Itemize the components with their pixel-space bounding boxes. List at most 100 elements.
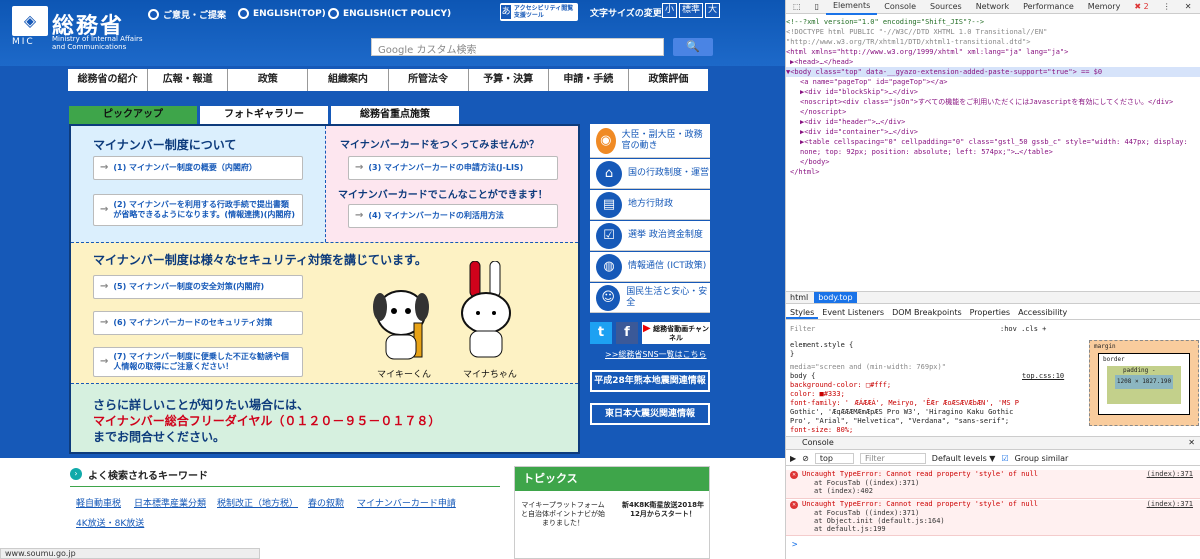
keyword-link[interactable]: マイナンバーカード申請 bbox=[357, 496, 456, 509]
nav-item[interactable]: 予算・決算 bbox=[469, 69, 549, 91]
keyword-link[interactable]: 軽自動車税 bbox=[76, 496, 121, 509]
clear-console-icon[interactable]: ⊘ bbox=[802, 454, 809, 463]
dom-line[interactable]: <!DOCTYPE html PUBLIC "-//W3C//DTD XHTML… bbox=[786, 27, 1200, 37]
stack-frame[interactable]: at FocusTab ((index):371) bbox=[790, 509, 1200, 517]
tab-event-listeners[interactable]: Event Listeners bbox=[818, 306, 888, 319]
dom-line[interactable]: <a name="pageTop" id="pageTop"></a> bbox=[786, 77, 1200, 87]
style-prop[interactable]: color: ■#333; bbox=[790, 390, 845, 399]
keyword-link[interactable]: 日本標準産業分類 bbox=[134, 496, 206, 509]
fontsize-standard-button[interactable]: 標準 bbox=[679, 3, 703, 18]
device-icon[interactable]: ▯ bbox=[808, 0, 826, 14]
link-button[interactable]: → (4) マイナンバーカードの利活用方法 bbox=[348, 204, 558, 228]
close-icon[interactable]: ✕ bbox=[1178, 0, 1199, 14]
dom-line[interactable]: <html xmlns="http://www.w3.org/1999/xhtm… bbox=[786, 47, 1200, 57]
tab-dom-breakpoints[interactable]: DOM Breakpoints bbox=[888, 306, 966, 319]
keyword-link[interactable]: 春の叙勲 bbox=[308, 496, 344, 509]
levels-dropdown[interactable]: Default levels ▼ bbox=[932, 454, 996, 463]
link-button[interactable]: → (7) マイナンバー制度に便乗した不正な勧誘や個人情報の取得にご注意ください！ bbox=[93, 347, 303, 377]
search-button[interactable]: 🔍 bbox=[673, 38, 713, 56]
close-icon[interactable]: ✕ bbox=[1188, 437, 1195, 449]
search-input[interactable]: Google カスタム検索 bbox=[371, 38, 664, 56]
styles-filter-input[interactable]: Filter bbox=[790, 325, 815, 334]
stack-frame[interactable]: at FocusTab ((index):371) bbox=[790, 479, 1200, 487]
dom-line[interactable]: <!--?xml version="1.0" encoding="Shift_J… bbox=[786, 17, 1200, 27]
style-prop[interactable]: font-family: 'ÆÁÆÆÁ', Meiryo, 'ÊÆr ÆoÆS… bbox=[790, 399, 1019, 408]
toplink-english-top[interactable]: ENGLISH(TOP) bbox=[238, 8, 326, 19]
nav-item[interactable]: 政策 bbox=[228, 69, 309, 91]
nav-item[interactable]: 申請・手続 bbox=[549, 69, 629, 91]
nav-item[interactable]: 広報・報道 bbox=[148, 69, 229, 91]
side-link[interactable]: ☑ 選挙 政治資金制度 bbox=[590, 221, 710, 251]
style-prop[interactable]: Pro', "Arial", "Helvetica", "Verdana", "… bbox=[790, 417, 1009, 426]
console-filter-input[interactable]: Filter bbox=[859, 452, 926, 464]
twitter-icon[interactable]: t bbox=[590, 322, 612, 344]
dom-line[interactable]: <noscript><div class="jsOn">すべての機能をご利用いた… bbox=[786, 97, 1200, 107]
side-link[interactable]: ▤ 地方行財政 bbox=[590, 190, 710, 220]
dom-line[interactable]: </body> bbox=[786, 157, 1200, 167]
nav-item[interactable]: 政策評価 bbox=[629, 69, 708, 91]
side-link[interactable]: ◍ 情報通信 (ICT政策) bbox=[590, 252, 710, 282]
nav-item[interactable]: 組織案内 bbox=[308, 69, 389, 91]
error-count-badge[interactable]: ✖ 2 bbox=[1127, 0, 1155, 14]
crumb-body[interactable]: body.top bbox=[814, 292, 857, 303]
error-location-link[interactable]: (index):371 bbox=[1147, 500, 1193, 508]
tab-network[interactable]: Network bbox=[969, 0, 1016, 14]
tab-styles[interactable]: Styles bbox=[786, 306, 819, 319]
tab-pickup[interactable]: ピックアップ bbox=[69, 106, 197, 124]
style-prop[interactable]: Gothic', 'ÆqÆÆÆMÆmÆpÆS Pro W3', 'Hiragin… bbox=[790, 408, 1013, 417]
hov-cls-buttons[interactable]: :hov .cls + bbox=[1000, 325, 1046, 334]
dom-line[interactable]: ▶<table cellspacing="0" cellpadding="0" … bbox=[786, 137, 1200, 147]
dom-line[interactable]: ▶<div id="header">…</div> bbox=[786, 117, 1200, 127]
style-prop[interactable]: background-color: □#fff; bbox=[790, 381, 891, 390]
checkbox-icon[interactable]: ☑ bbox=[1001, 454, 1008, 463]
nav-item[interactable]: 所管法令 bbox=[389, 69, 469, 91]
dom-line[interactable]: "http://www.w3.org/TR/xhtml1/DTD/xhtml1-… bbox=[786, 37, 1200, 47]
facebook-icon[interactable]: f bbox=[616, 322, 638, 344]
tab-properties[interactable]: Properties bbox=[966, 306, 1014, 319]
crumb-html[interactable]: html bbox=[790, 292, 808, 303]
dom-line-selected[interactable]: ▼<body class="top" data-__gyazo-extensio… bbox=[786, 67, 1200, 77]
sns-list-link[interactable]: >>総務省SNS一覧はこちら bbox=[605, 349, 707, 360]
style-prop[interactable]: font-size: 80%; bbox=[790, 426, 853, 435]
link-button[interactable]: → (6) マイナンバーカードのセキュリティ対策 bbox=[93, 311, 303, 335]
sidebar-toggle-icon[interactable]: ▶ bbox=[790, 454, 796, 463]
inspect-icon[interactable]: ⬚ bbox=[786, 0, 808, 14]
tab-accessibility[interactable]: Accessibility bbox=[1014, 306, 1071, 319]
tab-key-policies[interactable]: 総務省重点施策 bbox=[331, 106, 459, 124]
accessibility-tool-button[interactable]: あアクセシビリティ閲覧支援ツール bbox=[500, 3, 578, 21]
stack-frame[interactable]: at (index):402 bbox=[790, 487, 1200, 495]
link-button[interactable]: → (2) マイナンバーを利用する行政手続で提出書類が省略できるようになります。(… bbox=[93, 194, 303, 226]
nav-item[interactable]: 総務省の紹介 bbox=[68, 69, 149, 91]
topic-item[interactable]: 新4K8K衛星放送2018年12月からスタート！ bbox=[619, 501, 707, 519]
link-button[interactable]: → (3) マイナンバーカードの申請方法(J-LIS) bbox=[348, 156, 558, 180]
youtube-channel-button[interactable]: ▶ 総務省動画チャンネル bbox=[642, 322, 710, 344]
tab-console[interactable]: Console bbox=[877, 0, 923, 14]
link-button[interactable]: → (1) マイナンバー制度の概要（内閣府） bbox=[93, 156, 303, 180]
side-link[interactable]: ⌂ 国の行政制度・運営 bbox=[590, 159, 710, 189]
more-menu-icon[interactable]: ⋮ bbox=[1156, 0, 1178, 14]
dom-line[interactable]: ▶<head>…</head> bbox=[786, 57, 1200, 67]
dom-line[interactable]: </noscript> bbox=[786, 107, 1200, 117]
context-select[interactable]: top bbox=[814, 452, 854, 464]
console-drawer-tab[interactable]: Console bbox=[802, 438, 834, 447]
keyword-link[interactable]: 税制改正（地方税） bbox=[217, 496, 298, 509]
tohoku-banner[interactable]: 東日本大震災関連情報 bbox=[590, 403, 710, 425]
tab-elements[interactable]: Elements bbox=[825, 0, 878, 15]
stack-frame[interactable]: at Object.init (default.js:164) bbox=[790, 517, 1200, 525]
side-link[interactable]: ◉ 大臣・副大臣・政務官の動き bbox=[590, 124, 710, 158]
stack-frame[interactable]: at default.js:199 bbox=[790, 525, 1200, 533]
side-link[interactable]: ☺ 国民生活と安心・安全 bbox=[590, 283, 710, 313]
dom-line[interactable]: ▶<div id="container">…</div> bbox=[786, 127, 1200, 137]
kumamoto-banner[interactable]: 平成28年熊本地震関連情報 bbox=[590, 370, 710, 392]
error-location-link[interactable]: (index):371 bbox=[1147, 470, 1193, 478]
keyword-link[interactable]: 4K放送・8K放送 bbox=[76, 516, 144, 529]
tab-performance[interactable]: Performance bbox=[1016, 0, 1081, 14]
fontsize-large-button[interactable]: 大 bbox=[705, 3, 720, 18]
dom-line[interactable]: </html> bbox=[786, 167, 1200, 177]
tab-sources[interactable]: Sources bbox=[923, 0, 969, 14]
site-logo[interactable]: ◈ 総務省 MIC Ministry of Internal Affairs a… bbox=[12, 6, 143, 51]
tab-memory[interactable]: Memory bbox=[1081, 0, 1128, 14]
topic-item[interactable]: マイキープラットフォームと自治体ポイントナビが始まりました！ bbox=[519, 501, 607, 528]
console-prompt[interactable]: > bbox=[792, 540, 797, 550]
fontsize-small-button[interactable]: 小 bbox=[662, 3, 677, 18]
